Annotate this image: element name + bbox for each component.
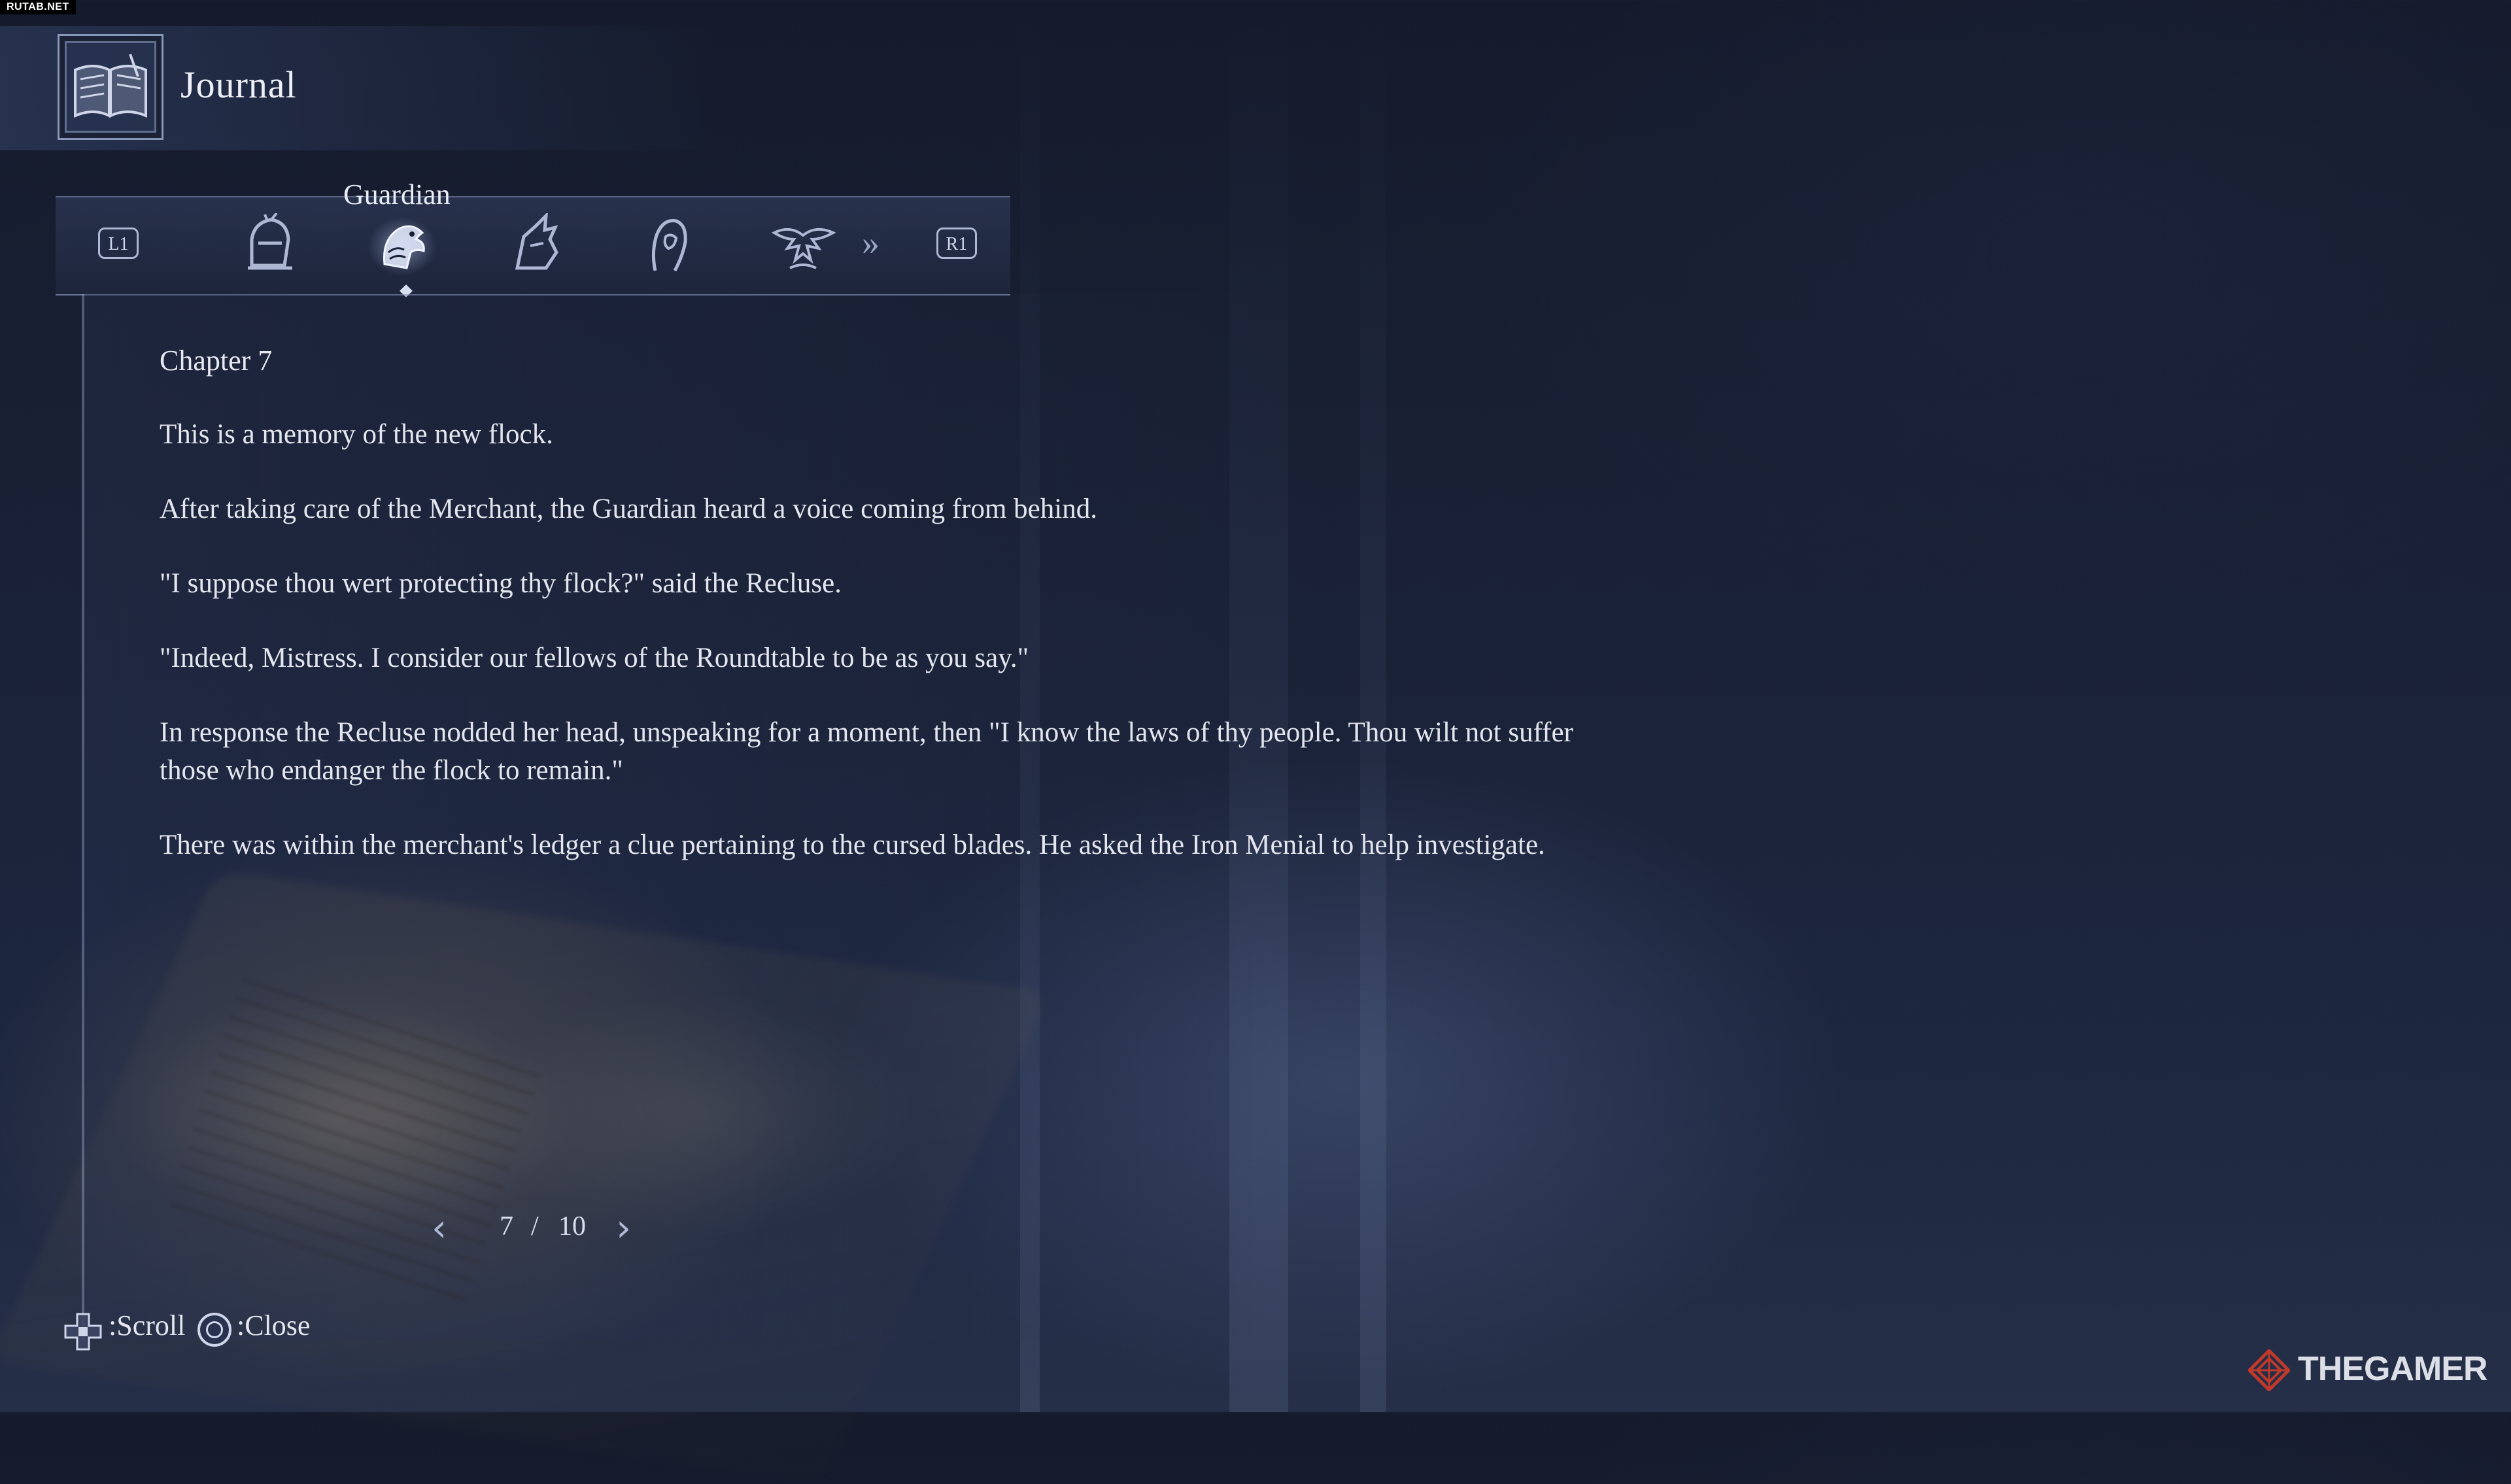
entry-paragraph: After taking care of the Merchant, the G… (160, 494, 1097, 524)
tab-wylder[interactable] (757, 208, 842, 281)
guardian-bird-icon (383, 225, 425, 269)
hooded-figure-icon (651, 218, 687, 272)
page-total: 10 (558, 1211, 586, 1241)
scroll-hint: :Scroll (109, 1309, 186, 1341)
journal-entry-text[interactable]: This is a memory of the new flock. After… (160, 416, 1624, 901)
book-icon (58, 34, 163, 140)
entry-paragraph: In response the Recluse nodded her head,… (160, 717, 1573, 786)
tab-guardian[interactable] (353, 204, 451, 289)
raider-icon (515, 213, 558, 270)
page-navigator: ‹ 7 / 10 › (432, 1202, 641, 1254)
entry-paragraph: This is a memory of the new flock. (160, 419, 553, 450)
winged-beast-icon (771, 228, 836, 269)
watermark-text: THEGAMER (2298, 1350, 2488, 1388)
tab-raider[interactable] (494, 208, 579, 281)
page-current: 7 (500, 1211, 513, 1241)
chevron-right-icon[interactable]: › (616, 1206, 631, 1250)
page-separator: / (531, 1211, 539, 1241)
circle-button-icon (197, 1313, 231, 1347)
entry-paragraph: "I suppose thou wert protecting thy floc… (160, 568, 842, 599)
tab-recluse[interactable] (626, 208, 711, 281)
chapter-title: Chapter 7 (160, 345, 273, 377)
tab-prev-button[interactable]: L1 (98, 228, 139, 259)
chevron-left-icon[interactable]: ‹ (432, 1206, 447, 1250)
thegamer-logo-icon (2248, 1349, 2290, 1391)
double-chevron-right-icon[interactable]: » (862, 222, 880, 263)
close-hint[interactable]: :Close (237, 1309, 310, 1342)
source-tag: RUTAB.NET (0, 0, 76, 14)
page-title: Journal (180, 63, 297, 106)
tab-next-button[interactable]: R1 (936, 228, 977, 259)
tab-knight[interactable] (226, 208, 311, 281)
knight-helmet-icon (248, 213, 292, 270)
entry-paragraph: There was within the merchant's ledger a… (160, 830, 1545, 860)
entry-paragraph: "Indeed, Mistress. I consider our fellow… (160, 643, 1029, 673)
dpad-icon (64, 1313, 102, 1351)
